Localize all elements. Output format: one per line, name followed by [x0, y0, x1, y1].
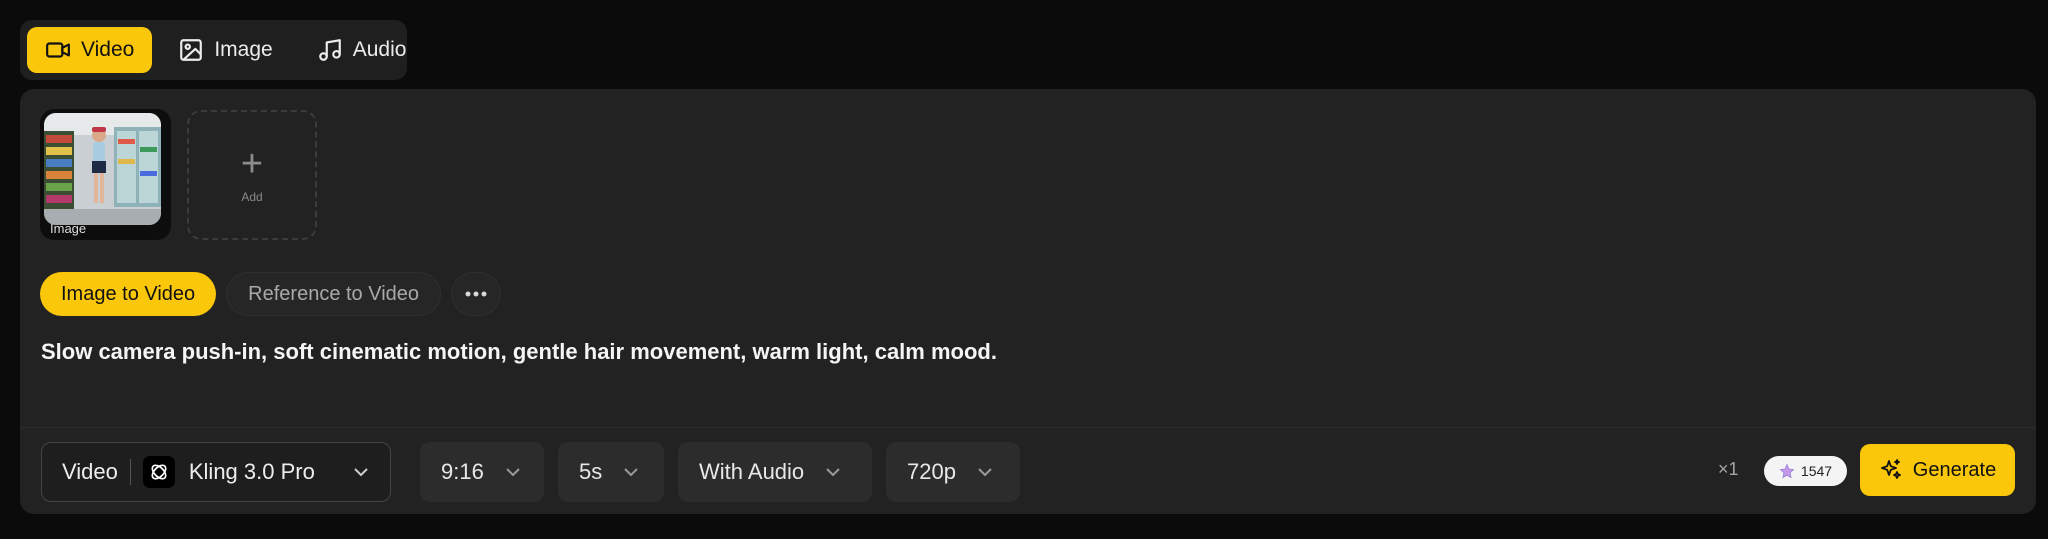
generate-button[interactable]: Generate — [1860, 444, 2015, 496]
chevron-down-icon — [506, 468, 520, 477]
audio-select[interactable]: With Audio — [678, 442, 872, 502]
aspect-ratio-select[interactable]: 9:16 — [420, 442, 544, 502]
sparkles-icon — [1880, 459, 1901, 479]
generate-label: Generate — [1912, 458, 1997, 481]
quantity-multiplier[interactable]: ×1 — [1718, 459, 1739, 480]
star-icon — [1779, 463, 1795, 479]
duration-value: 5s — [579, 459, 603, 484]
prompt-text[interactable]: Slow camera push-in, soft cinematic moti… — [41, 339, 1941, 365]
tab-image[interactable]: Image — [160, 27, 290, 73]
model-select[interactable]: Video Kling 3.0 Pro — [41, 442, 391, 502]
tab-audio-label: Audio — [352, 38, 407, 61]
resolution-value: 720p — [907, 459, 956, 484]
generation-type-chips: Image to Video Reference to Video — [40, 272, 502, 316]
add-label: Add — [241, 190, 263, 204]
mode-tabs: Video Image Audio — [20, 20, 407, 80]
tab-video-label: Video — [81, 38, 135, 61]
chevron-down-icon — [354, 468, 368, 477]
image-to-video-chip[interactable]: Image to Video — [40, 272, 217, 316]
tab-image-label: Image — [214, 38, 273, 61]
model-category-label: Video — [62, 459, 118, 484]
thumbnail-label: Image — [50, 221, 87, 236]
image-icon — [180, 39, 203, 61]
audio-value: With Audio — [699, 459, 805, 484]
more-options-button[interactable] — [451, 272, 502, 316]
reference-to-video-chip[interactable]: Reference to Video — [226, 272, 442, 316]
music-note-icon — [318, 39, 341, 61]
credits-value: 1547 — [1800, 463, 1833, 479]
composer-card: Image + Add Image to Video Reference to … — [20, 89, 2036, 514]
model-separator — [129, 459, 131, 485]
aspect-ratio-value: 9:16 — [441, 459, 484, 484]
chevron-down-icon — [826, 468, 840, 477]
tab-video[interactable]: Video — [27, 27, 153, 73]
duration-select[interactable]: 5s — [558, 442, 664, 502]
model-name: Kling 3.0 Pro — [188, 459, 315, 484]
video-camera-icon — [46, 42, 70, 58]
resolution-select[interactable]: 720p — [886, 442, 1020, 502]
thumbnail-photo — [44, 113, 161, 225]
toolbar-divider — [20, 427, 2036, 428]
uploaded-image-thumbnail[interactable]: Image — [40, 109, 171, 240]
kling-logo-icon — [142, 456, 175, 488]
plus-icon: + — [240, 143, 264, 185]
add-media-button[interactable]: + Add — [187, 110, 317, 240]
chevron-down-icon — [978, 468, 992, 477]
more-dots-icon — [465, 291, 487, 297]
credits-badge: 1547 — [1764, 456, 1847, 486]
tab-audio[interactable]: Audio — [299, 27, 425, 73]
chevron-down-icon — [624, 468, 638, 477]
